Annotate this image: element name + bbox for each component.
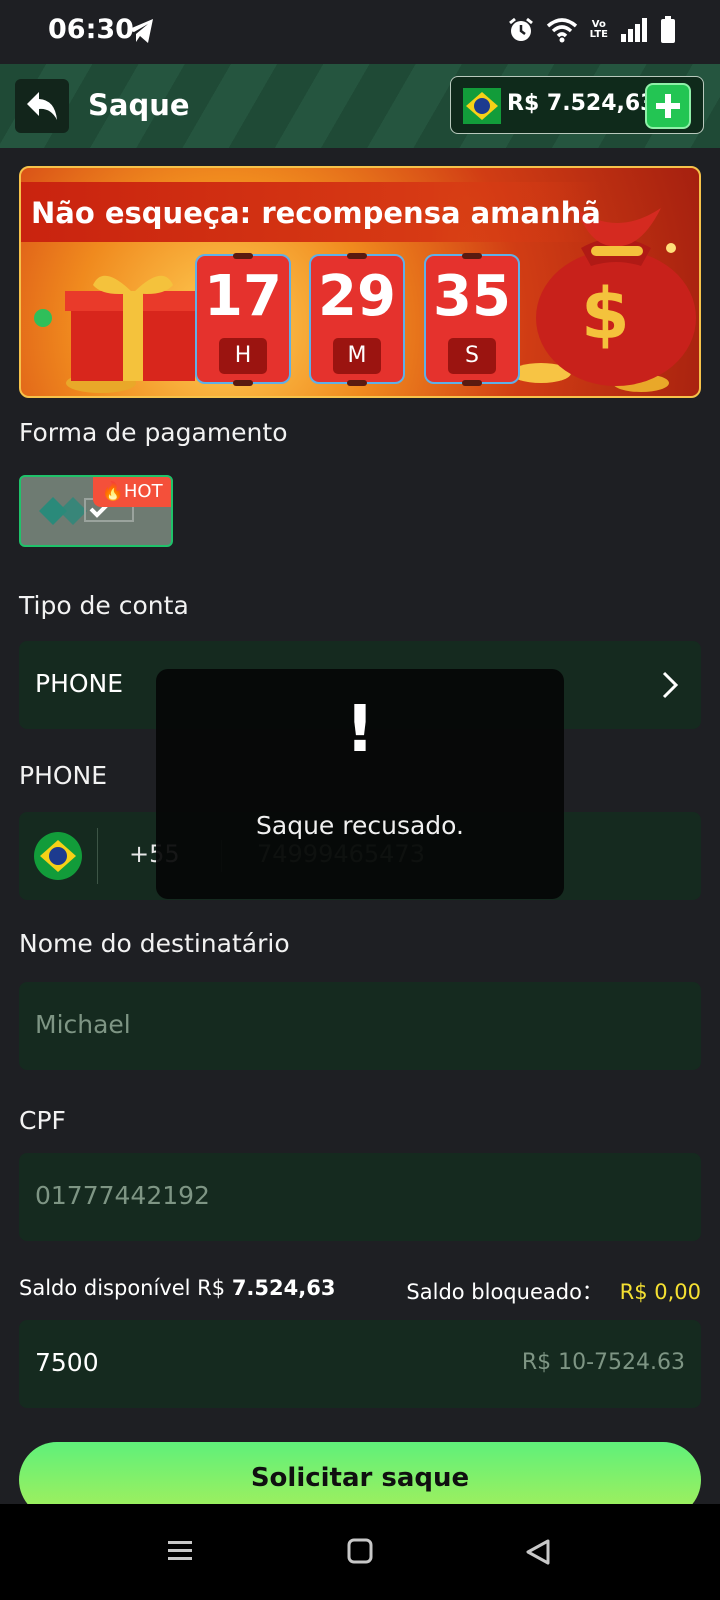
volte-indicator: Vo LTE: [589, 19, 608, 40]
fire-icon: 🔥: [101, 481, 124, 502]
reward-banner[interactable]: $ Não esqueça: recompensa amanhã 17 H 29…: [19, 166, 701, 398]
svg-text:$: $: [581, 273, 630, 355]
back-arrow-icon: [27, 92, 57, 120]
balance-amount: R$ 7.524,63: [507, 91, 656, 116]
brazil-flag-icon: [463, 88, 501, 124]
back-icon[interactable]: [524, 1538, 552, 1566]
countdown-hours-unit: H: [219, 338, 267, 374]
recipient-name-value: Michael: [35, 1010, 131, 1039]
page-title: Saque: [88, 88, 190, 122]
cpf-input[interactable]: 01777442192: [19, 1153, 701, 1241]
recipient-name-label: Nome do destinatário: [19, 929, 290, 958]
balance-info-row: Saldo disponível R$ 7.524,63 Saldo bloqu…: [19, 1276, 701, 1306]
deposit-button[interactable]: [645, 83, 691, 129]
countdown-seconds-unit: S: [448, 338, 496, 374]
account-type-label: Tipo de conta: [19, 591, 189, 620]
blocked-balance: Saldo bloqueado： R$ 0,00: [406, 1280, 701, 1304]
banner-title: Não esqueça: recompensa amanhã: [31, 196, 601, 230]
countdown-minutes: 29 M: [309, 253, 405, 386]
status-bar: 06:30 Vo LTE: [0, 0, 720, 64]
phone-label: PHONE: [19, 761, 108, 790]
payment-method-label: Forma de pagamento: [19, 418, 288, 447]
balance-widget[interactable]: R$ 7.524,63: [450, 76, 704, 134]
exclamation-icon: !: [345, 693, 375, 767]
countdown-hours: 17 H: [195, 253, 291, 386]
amount-value: 7500: [35, 1348, 99, 1377]
amount-input[interactable]: 7500 R$ 10-7524.63: [19, 1320, 701, 1408]
cpf-value: 01777442192: [35, 1181, 210, 1210]
gift-box-icon: [65, 275, 201, 381]
banner-title-bar: Não esqueça: recompensa amanhã: [21, 182, 699, 242]
available-balance: Saldo disponível R$ 7.524,63: [19, 1276, 336, 1300]
signal-icon: [621, 18, 647, 42]
countdown-seconds: 35 S: [424, 253, 520, 386]
telegram-icon: [127, 19, 153, 43]
home-icon[interactable]: [346, 1538, 374, 1564]
countdown-minutes-value: 29: [318, 264, 396, 329]
countdown-seconds-value: 35: [433, 264, 511, 329]
plus-icon: [656, 94, 680, 118]
back-button[interactable]: [15, 79, 69, 133]
hot-badge: 🔥HOT: [93, 477, 171, 507]
recipient-name-input[interactable]: Michael: [19, 982, 701, 1070]
brazil-flag-icon: [34, 832, 82, 880]
battery-icon: [661, 16, 675, 43]
amount-range: R$ 10-7524.63: [521, 1350, 685, 1375]
payment-option-pix[interactable]: 🔥HOT: [19, 475, 173, 547]
error-toast: ! Saque recusado.: [156, 669, 564, 899]
chevron-right-icon: [662, 671, 679, 699]
cpf-label: CPF: [19, 1106, 66, 1135]
countdown-minutes-unit: M: [333, 338, 381, 374]
alarm-icon: [508, 17, 533, 41]
system-nav-bar: [0, 1504, 720, 1600]
status-icons: Vo LTE: [508, 16, 676, 44]
menu-icon[interactable]: [166, 1538, 194, 1564]
status-time: 06:30: [48, 14, 134, 45]
wifi-icon: [546, 18, 577, 43]
countdown-hours-value: 17: [204, 264, 282, 329]
app-header: Saque R$ 7.524,63: [0, 64, 720, 148]
account-type-value: PHONE: [35, 669, 124, 698]
toast-message: Saque recusado.: [256, 811, 464, 840]
